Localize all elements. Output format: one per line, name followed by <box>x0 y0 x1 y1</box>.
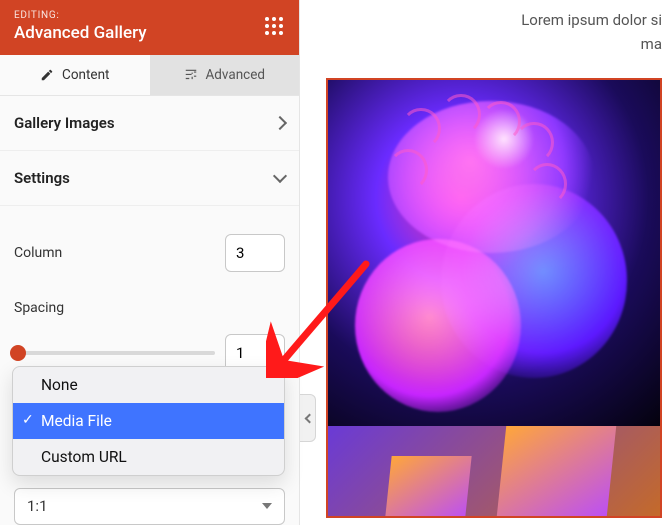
lorem-line-1: Lorem ipsum dolor si <box>300 8 662 32</box>
section-settings-title: Settings <box>14 169 70 187</box>
header-kicker: EDITING: <box>14 10 265 21</box>
pencil-icon <box>40 68 54 82</box>
collapse-panel-button[interactable] <box>300 394 316 442</box>
preview-canvas: Lorem ipsum dolor si ma <box>300 0 662 525</box>
chevron-right-icon <box>273 116 287 130</box>
spacing-label: Spacing <box>14 300 64 316</box>
chevron-down-icon <box>273 169 287 183</box>
column-input[interactable] <box>225 234 285 272</box>
tab-content[interactable]: Content <box>0 55 150 95</box>
spacing-slider-thumb[interactable] <box>10 345 26 361</box>
editor-panel: EDITING: Advanced Gallery Content Advanc… <box>0 0 300 525</box>
spacing-row: Spacing <box>14 300 285 316</box>
section-gallery-images[interactable]: Gallery Images <box>0 96 299 151</box>
lorem-text: Lorem ipsum dolor si ma <box>300 0 662 78</box>
spacing-slider[interactable] <box>14 351 215 355</box>
tab-content-label: Content <box>62 67 109 83</box>
link-to-option-media-file[interactable]: Media File <box>13 403 284 439</box>
tab-advanced-label: Advanced <box>206 67 266 83</box>
gallery-image-1[interactable] <box>328 80 660 426</box>
link-to-option-custom-url[interactable]: Custom URL <box>13 439 284 475</box>
gallery-block[interactable] <box>326 78 662 518</box>
aspect-ratio-value: 1:1 <box>27 497 48 515</box>
lorem-line-2: ma <box>300 32 662 56</box>
column-row: Column <box>14 234 285 272</box>
sliders-icon <box>184 68 198 82</box>
column-label: Column <box>14 245 62 261</box>
tab-bar: Content Advanced <box>0 55 299 96</box>
aspect-ratio-select[interactable]: 1:1 <box>14 488 285 525</box>
panel-header: EDITING: Advanced Gallery <box>0 0 299 55</box>
section-settings[interactable]: Settings <box>0 151 299 206</box>
chevron-left-icon <box>304 413 314 423</box>
section-gallery-images-title: Gallery Images <box>14 114 115 132</box>
header-title: Advanced Gallery <box>14 23 265 43</box>
drag-handle-icon[interactable] <box>265 17 285 37</box>
link-to-option-none[interactable]: None <box>13 367 284 403</box>
gallery-image-2[interactable] <box>328 426 660 516</box>
tab-advanced[interactable]: Advanced <box>150 55 300 95</box>
link-to-dropdown: None Media File Custom URL <box>12 366 285 476</box>
caret-down-icon <box>262 503 272 509</box>
